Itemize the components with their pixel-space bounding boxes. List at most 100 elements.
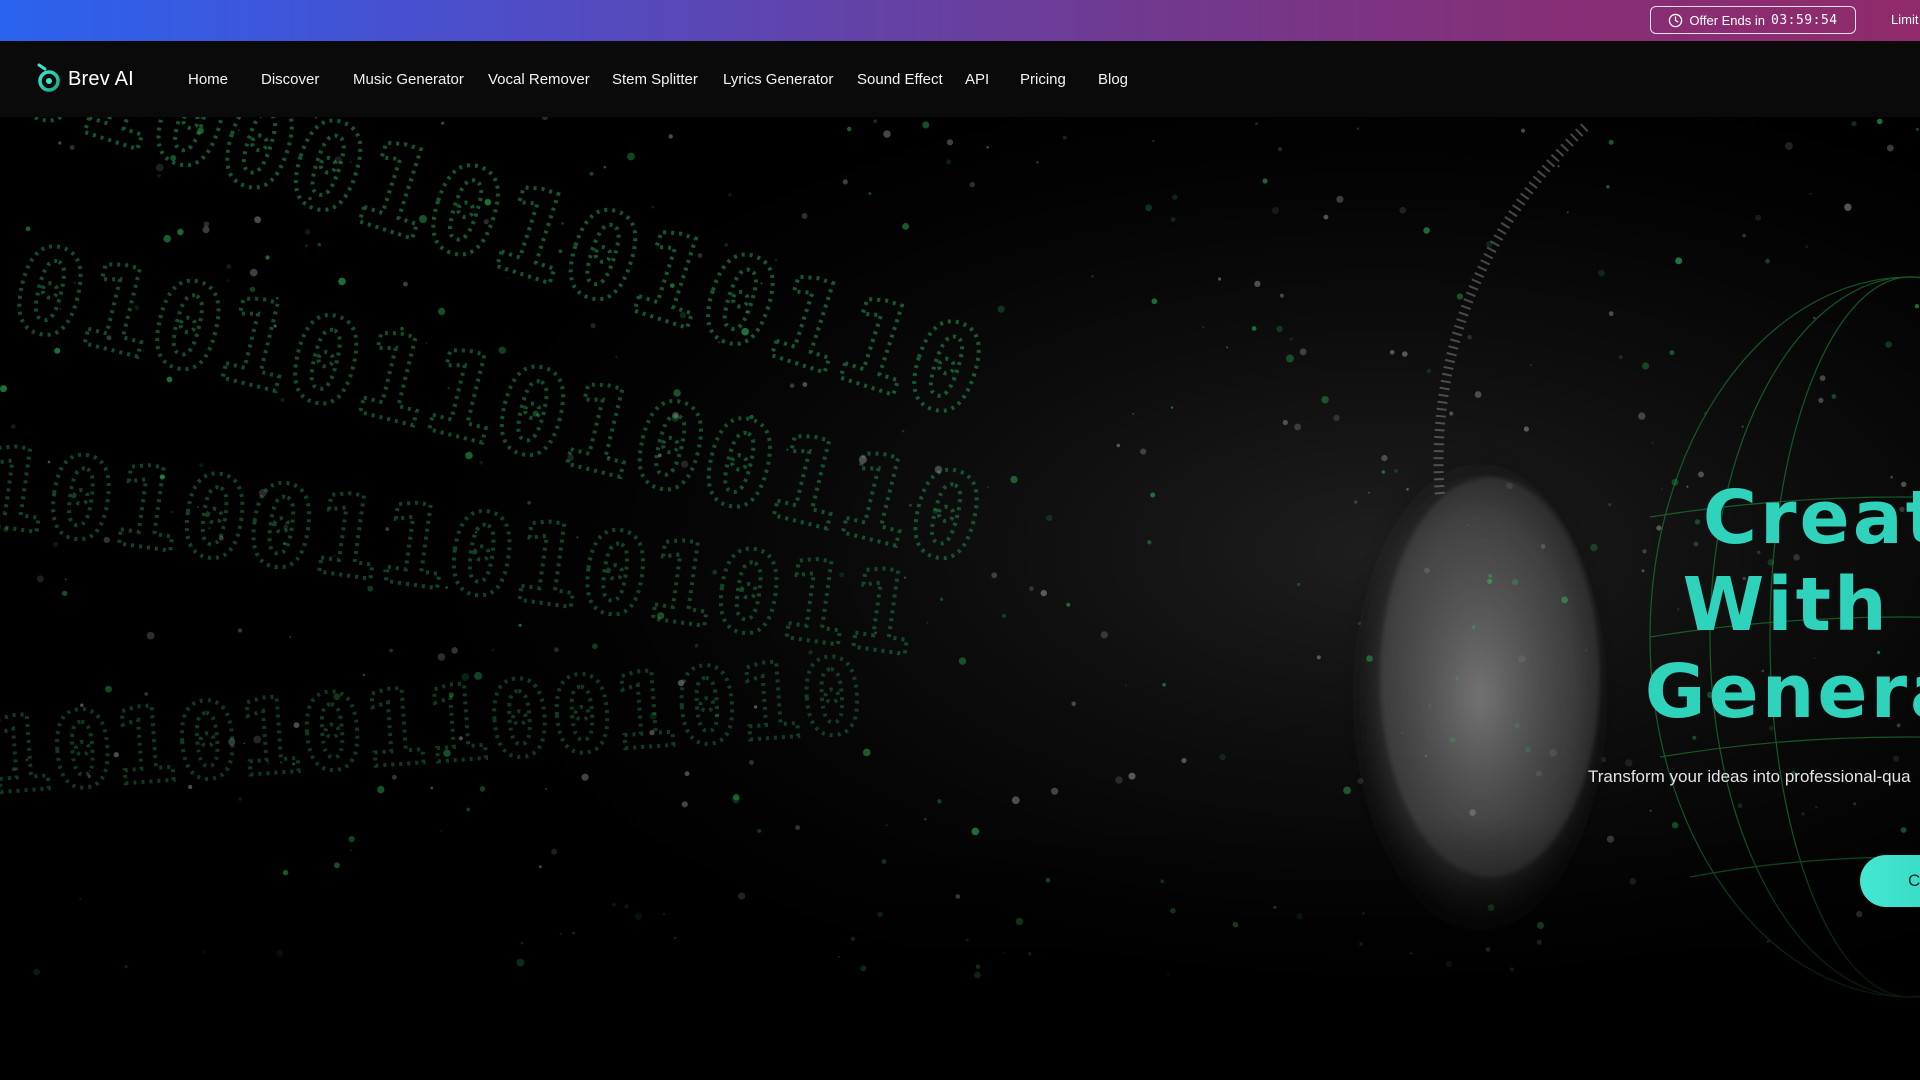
background-particle [113, 752, 119, 758]
background-particle [11, 424, 16, 429]
background-particle [202, 226, 210, 234]
background-particle [902, 223, 909, 230]
background-particle [144, 692, 148, 696]
nav-item-sound-effect[interactable]: Sound Effect [857, 71, 943, 88]
background-particle [545, 787, 548, 790]
hero-title: Create With Br Generato [1590, 475, 1920, 736]
background-particle [1406, 487, 1409, 491]
background-particle [1651, 441, 1654, 444]
background-particle [1423, 227, 1430, 234]
background-particle [932, 508, 939, 515]
background-particle [451, 647, 458, 654]
background-particle [258, 489, 267, 497]
background-particle [349, 160, 353, 163]
nav-item-home[interactable]: Home [188, 71, 228, 88]
background-particle [237, 628, 243, 633]
background-particle [237, 129, 240, 131]
background-particle [238, 797, 242, 801]
background-particle [249, 286, 256, 292]
background-particle [1218, 277, 1222, 281]
background-particle [649, 730, 655, 736]
background-particle [218, 535, 224, 541]
nav-item-lyrics-generator[interactable]: Lyrics Generator [723, 71, 833, 88]
background-particle [64, 578, 67, 581]
background-particle [627, 152, 635, 161]
background-particle [465, 451, 473, 460]
nav-item-music-generator[interactable]: Music Generator [353, 71, 464, 88]
background-particle [1262, 178, 1268, 184]
background-particle [1831, 394, 1837, 399]
background-particle [1100, 631, 1108, 639]
background-particle [1356, 127, 1360, 130]
background-particle [106, 335, 112, 341]
background-particle [305, 244, 308, 248]
background-particle [1145, 204, 1152, 212]
background-particle [36, 575, 44, 583]
nav-item-vocal-remover[interactable]: Vocal Remover [488, 71, 590, 88]
background-particle [1150, 492, 1156, 498]
background-particle [786, 448, 789, 451]
background-particle [1226, 346, 1229, 349]
nav-item-discover[interactable]: Discover [261, 71, 319, 88]
background-particle [188, 784, 193, 790]
background-particle [997, 305, 1005, 313]
background-particle [934, 465, 943, 474]
background-particle [558, 249, 563, 253]
background-particle [1449, 736, 1456, 743]
background-particle [228, 738, 236, 746]
background-particle [1323, 214, 1329, 220]
nav-item-blog[interactable]: Blog [1098, 71, 1128, 88]
background-particle [283, 524, 289, 530]
background-particle [1162, 682, 1166, 687]
background-particle [419, 215, 427, 223]
background-particle [904, 576, 907, 579]
background-particle [25, 226, 31, 232]
nav-item-stem-splitter[interactable]: Stem Splitter [612, 71, 698, 88]
background-particle [1476, 742, 1479, 744]
background-particle [958, 657, 967, 665]
background-particle [58, 141, 62, 145]
promo-limited-text[interactable]: Limit [1891, 12, 1918, 27]
background-particle [937, 799, 942, 804]
background-particle [1140, 448, 1147, 455]
background-particle [275, 296, 279, 300]
background-particle [280, 398, 285, 402]
background-particle [1536, 770, 1542, 777]
background-particle [801, 213, 808, 219]
background-particle [1276, 325, 1283, 333]
background-particle [1399, 207, 1406, 214]
brand-logo[interactable]: Brev AI [36, 61, 134, 98]
background-particle [1469, 809, 1476, 816]
background-particle [1608, 139, 1614, 145]
brev-logo-icon [36, 61, 62, 98]
background-particle [1467, 335, 1472, 340]
background-particle [1428, 704, 1431, 707]
background-particle [1876, 118, 1883, 125]
background-particle [532, 410, 539, 417]
background-particle [1809, 192, 1812, 195]
background-particle [479, 460, 484, 465]
background-particle [441, 121, 445, 125]
background-particle [987, 486, 989, 489]
background-particle [254, 216, 261, 224]
background-particle [226, 279, 229, 282]
background-particle [858, 455, 867, 464]
background-particle [1641, 362, 1650, 370]
background-particle [1540, 544, 1546, 549]
hero-cta-button[interactable]: C [1860, 855, 1920, 907]
background-particle [1001, 613, 1006, 618]
page: Offer Ends in 03:59:54 Limit Brev AI Hom… [0, 0, 1920, 1080]
background-particle [338, 277, 346, 286]
nav-item-api[interactable]: API [965, 71, 989, 88]
background-particle [749, 414, 754, 420]
background-particle [1336, 195, 1344, 203]
background-particle [1844, 203, 1852, 211]
background-particle [170, 155, 177, 161]
nav-item-pricing[interactable]: Pricing [1020, 71, 1066, 88]
background-particle [491, 648, 494, 651]
background-particle [802, 382, 808, 387]
offer-countdown-pill[interactable]: Offer Ends in 03:59:54 [1650, 6, 1856, 34]
background-particle [1389, 350, 1395, 355]
background-particle [498, 346, 506, 354]
background-particle [657, 612, 665, 620]
